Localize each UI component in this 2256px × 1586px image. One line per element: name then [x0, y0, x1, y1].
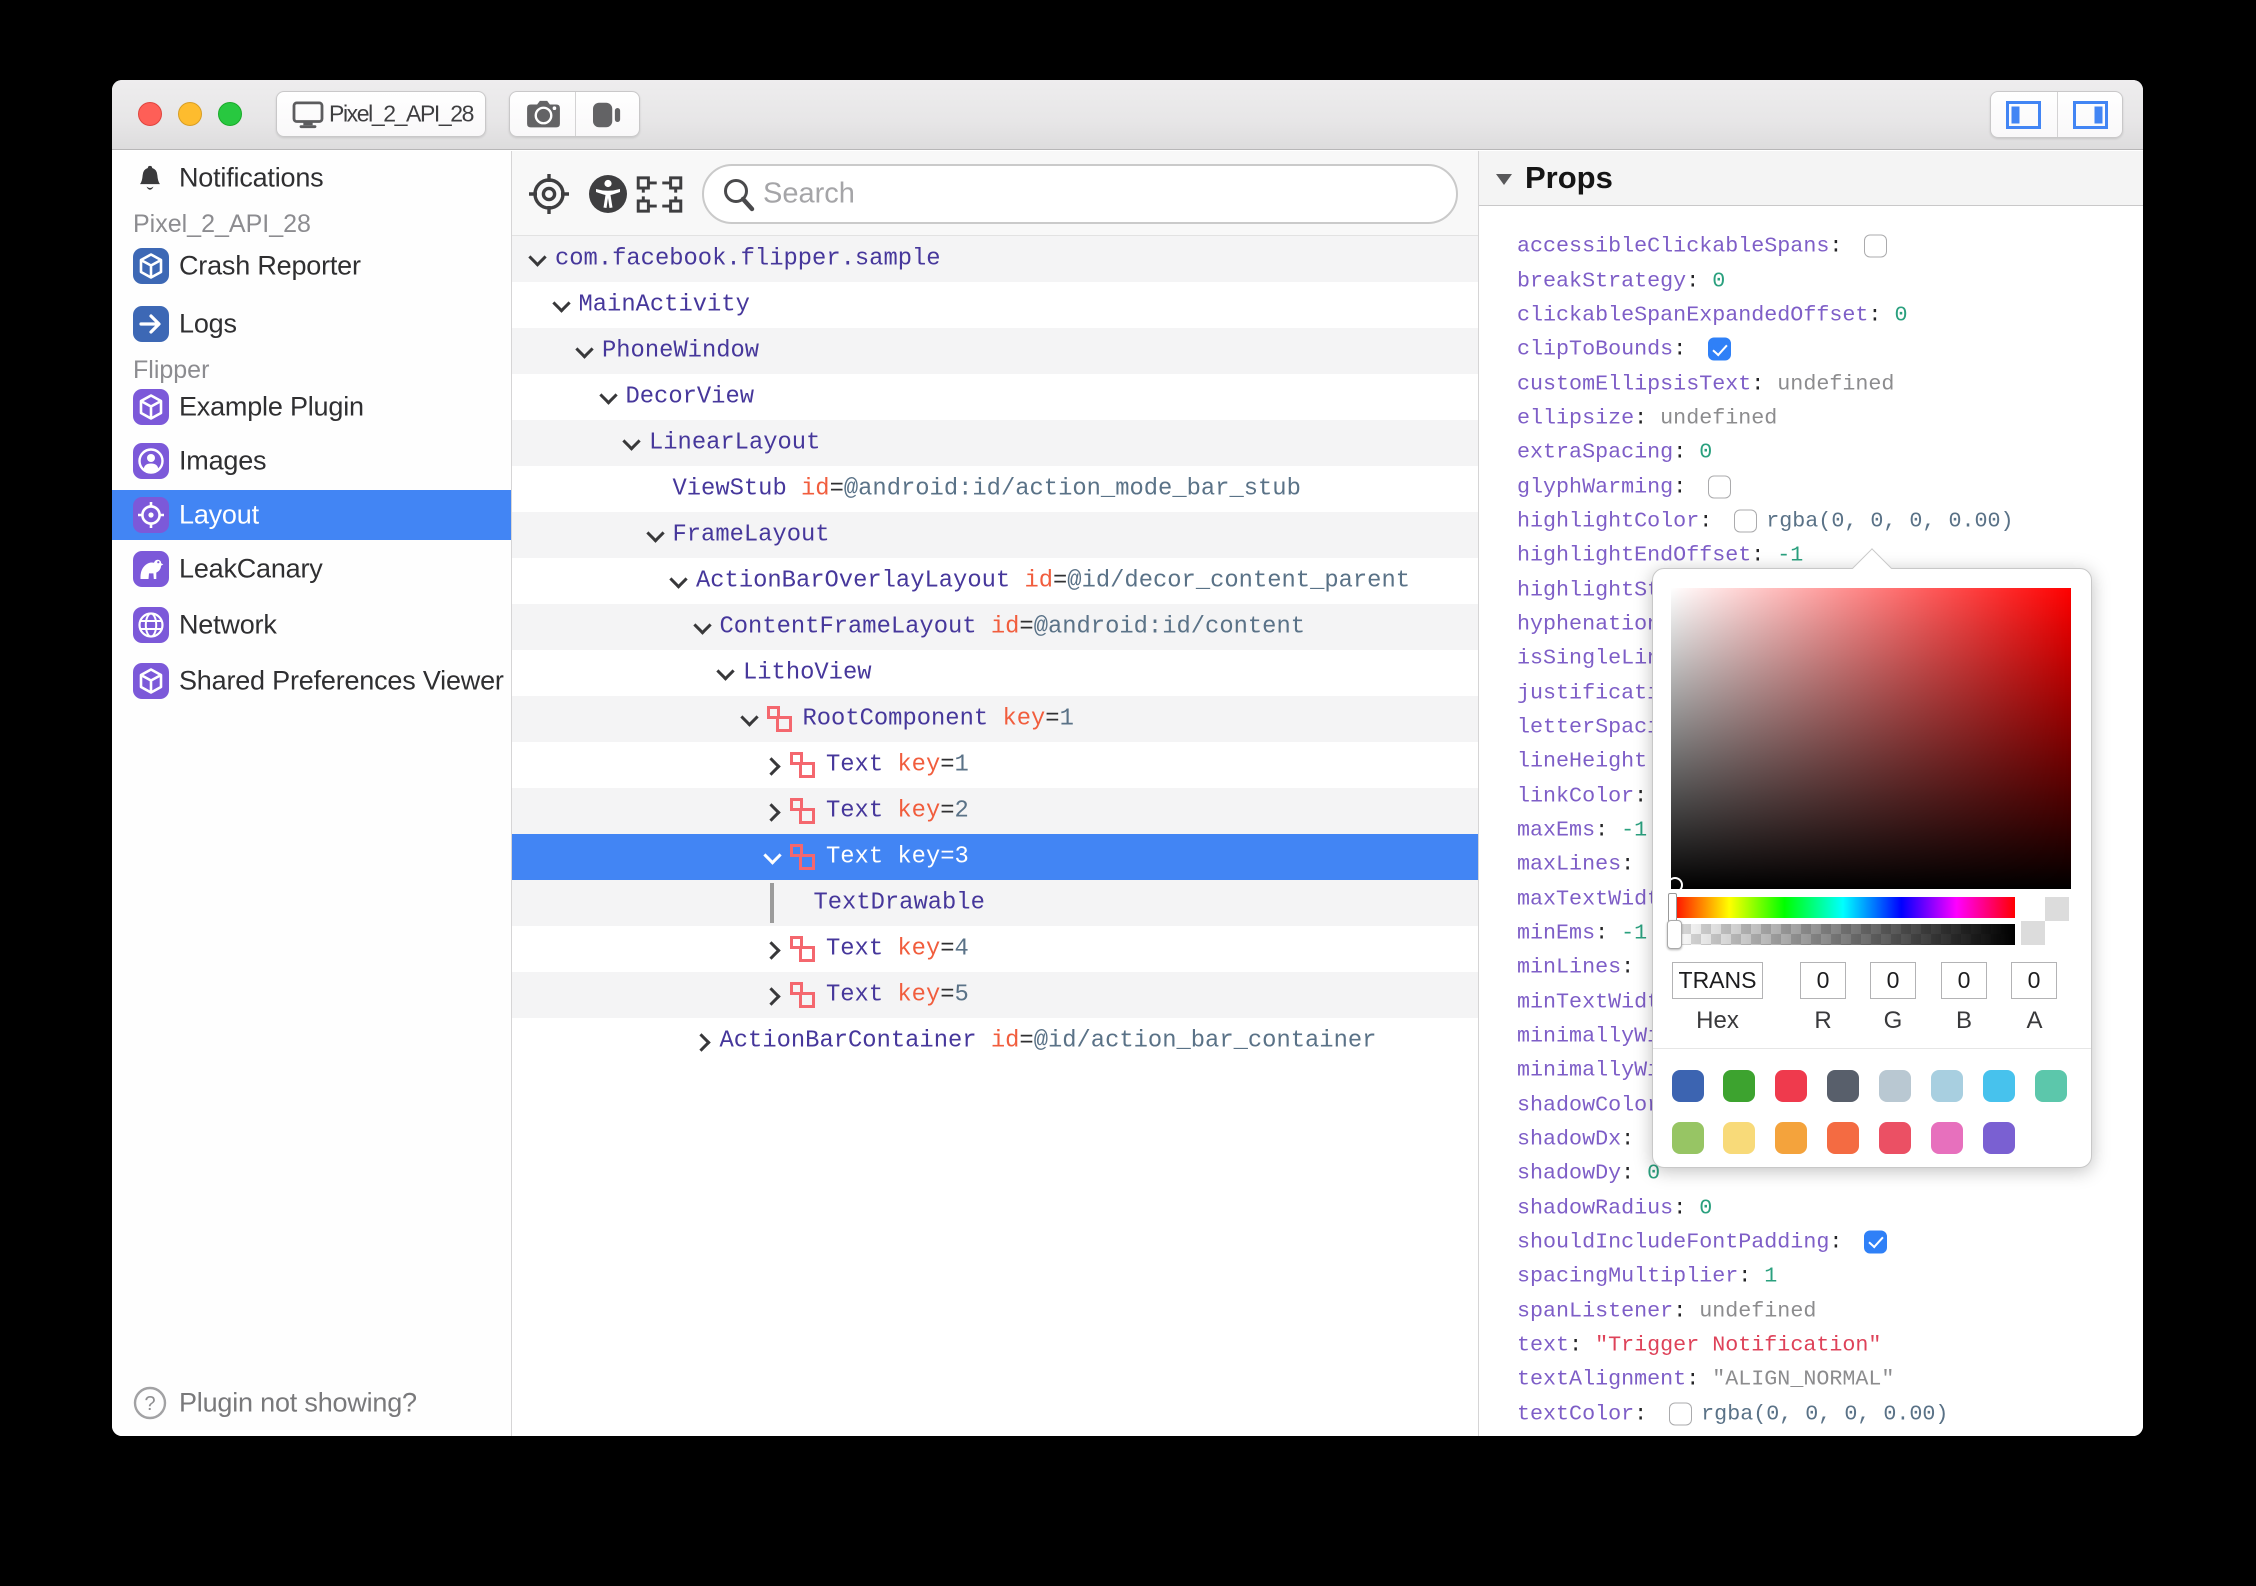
svg-text:?: ? — [144, 1393, 155, 1415]
